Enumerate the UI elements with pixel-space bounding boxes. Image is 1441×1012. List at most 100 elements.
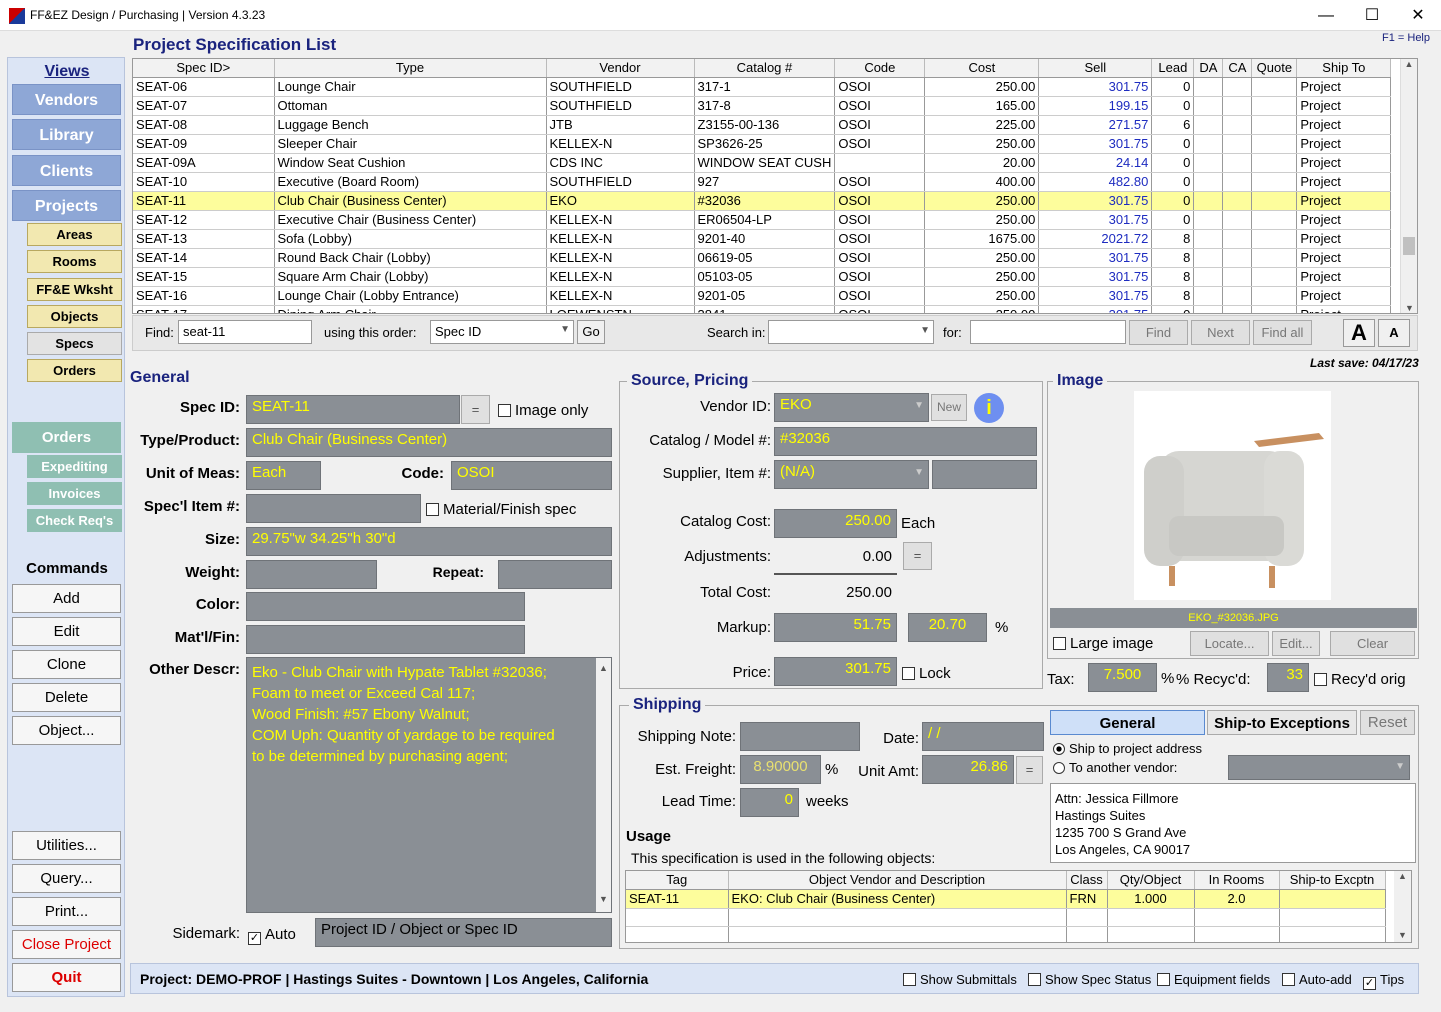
nav-rooms[interactable]: Rooms: [27, 250, 122, 273]
tips-checkbox[interactable]: ✓ Tips: [1363, 972, 1404, 990]
column-header[interactable]: CA: [1222, 59, 1253, 78]
table-row[interactable]: SEAT-09A Window Seat Cushion CDS INC WINDOW…: [133, 153, 1392, 173]
nav-areas[interactable]: Areas: [27, 223, 122, 246]
image-only-checkbox[interactable]: Image only: [498, 402, 588, 419]
special-item-field[interactable]: [246, 494, 421, 523]
sidemark-field[interactable]: Project ID / Object or Spec ID: [315, 918, 612, 947]
quit-button[interactable]: Quit: [12, 963, 121, 992]
find-all-button[interactable]: Find all: [1253, 320, 1312, 345]
usage-column-header[interactable]: In Rooms: [1194, 871, 1280, 890]
clear-image-button[interactable]: Clear: [1330, 631, 1415, 656]
column-header[interactable]: Lead: [1151, 59, 1195, 78]
material-field[interactable]: [246, 625, 525, 654]
catalog-cost-field[interactable]: 250.00: [774, 509, 897, 538]
scroll-up-icon[interactable]: ▲: [1401, 59, 1417, 69]
info-icon[interactable]: i: [974, 393, 1004, 423]
unit-amt-field[interactable]: 26.86: [922, 755, 1014, 784]
scroll-down-icon[interactable]: ▼: [596, 889, 611, 910]
ship-to-vendor-radio[interactable]: To another vendor:: [1053, 760, 1177, 775]
usage-scrollbar[interactable]: ▲ ▼: [1394, 871, 1411, 942]
material-finish-checkbox[interactable]: Material/Finish spec: [426, 501, 576, 518]
table-row[interactable]: SEAT-10 Executive (Board Room) SOUTHFIELD 9…: [133, 172, 1392, 192]
shipping-note-field[interactable]: [740, 722, 860, 751]
recycled-field[interactable]: 33: [1267, 663, 1309, 692]
lead-time-field[interactable]: 0: [740, 788, 799, 817]
markup-percent-field[interactable]: 20.70: [908, 613, 987, 642]
nav-orders[interactable]: Orders: [27, 359, 122, 382]
smaller-font-button[interactable]: A: [1378, 319, 1410, 347]
tax-field[interactable]: 7.500: [1088, 663, 1157, 692]
recycled-orig-checkbox[interactable]: Recy'd orig: [1314, 671, 1406, 688]
object-button[interactable]: Object...: [12, 716, 121, 745]
utilities-button[interactable]: Utilities...: [12, 831, 121, 860]
nav-clients[interactable]: Clients: [12, 155, 121, 186]
table-row[interactable]: SEAT-11 Club Chair (Business Center) EKO #3…: [133, 191, 1392, 211]
lock-checkbox[interactable]: Lock: [902, 665, 951, 682]
usage-column-header[interactable]: Tag: [626, 871, 729, 890]
column-header[interactable]: DA: [1193, 59, 1224, 78]
column-header[interactable]: Cost: [924, 59, 1040, 78]
table-row[interactable]: SEAT-08 Luggage Bench JTB Z3155-00-136 OSOI 2…: [133, 115, 1392, 135]
nav-ffe-wksht[interactable]: FF&E Wksht: [27, 278, 122, 301]
table-row[interactable]: SEAT-07 Ottoman SOUTHFIELD 317-8 OSOI 165.00 1…: [133, 96, 1392, 116]
est-freight-field[interactable]: 8.90000: [740, 755, 821, 784]
ship-vendor-select[interactable]: ▼: [1228, 755, 1410, 780]
price-field[interactable]: 301.75: [774, 657, 897, 686]
nav-objects[interactable]: Objects: [27, 305, 122, 328]
new-vendor-button[interactable]: New: [931, 394, 967, 421]
size-field[interactable]: 29.75"w 34.25"h 30"d: [246, 527, 612, 556]
table-row[interactable]: SEAT-13 Sofa (Lobby) KELLEX-N 9201-40 OSOI 16…: [133, 229, 1392, 249]
edit-button[interactable]: Edit: [12, 617, 121, 646]
query-button[interactable]: Query...: [12, 864, 121, 893]
usage-column-header[interactable]: Ship-to Excptn: [1279, 871, 1386, 890]
close-project-button[interactable]: Close Project: [12, 930, 121, 959]
nav-vendors[interactable]: Vendors: [12, 84, 121, 115]
locate-image-button[interactable]: Locate...: [1190, 631, 1269, 656]
repeat-field[interactable]: [498, 560, 612, 589]
catalog-field[interactable]: #32036: [774, 427, 1037, 456]
large-image-checkbox[interactable]: Large image: [1053, 635, 1153, 652]
column-header[interactable]: Code: [834, 59, 926, 78]
nav-orders-section[interactable]: Orders: [12, 422, 121, 453]
find-input[interactable]: seat-11: [178, 320, 312, 344]
sidemark-auto-checkbox[interactable]: ✓ Auto: [248, 926, 296, 945]
edit-image-button[interactable]: Edit...: [1272, 631, 1320, 656]
go-button[interactable]: Go: [577, 320, 605, 344]
column-header[interactable]: Vendor: [546, 59, 695, 78]
show-spec-status-checkbox[interactable]: Show Spec Status: [1028, 972, 1151, 987]
table-row[interactable]: SEAT-06 Lounge Chair SOUTHFIELD 317-1 OSOI 25…: [133, 77, 1392, 97]
markup-field[interactable]: 51.75: [774, 613, 897, 642]
larger-font-button[interactable]: A: [1343, 319, 1375, 347]
vendor-id-field[interactable]: EKO ▼: [774, 393, 929, 422]
nav-library[interactable]: Library: [12, 119, 121, 150]
equipment-fields-checkbox[interactable]: Equipment fields: [1157, 972, 1270, 987]
descr-scrollbar[interactable]: ▲ ▼: [596, 658, 611, 912]
nav-specs[interactable]: Specs: [27, 332, 122, 355]
table-row[interactable]: SEAT-15 Square Arm Chair (Lobby) KELLEX-N 0…: [133, 267, 1392, 287]
usage-row[interactable]: SEAT-11 EKO: Club Chair (Business Center)…: [626, 889, 1386, 909]
supplier-item-field[interactable]: [932, 460, 1037, 489]
type-field[interactable]: Club Chair (Business Center): [246, 428, 612, 457]
scroll-down-icon[interactable]: ▼: [1394, 930, 1411, 940]
uom-field[interactable]: Each: [246, 461, 321, 490]
show-submittals-checkbox[interactable]: Show Submittals: [903, 972, 1017, 987]
adjustments-equals-button[interactable]: =: [903, 542, 932, 570]
delete-button[interactable]: Delete: [12, 683, 121, 712]
table-row[interactable]: SEAT-12 Executive Chair (Business Center)…: [133, 210, 1392, 230]
column-header[interactable]: Quote: [1251, 59, 1298, 78]
table-row[interactable]: SEAT-14 Round Back Chair (Lobby) KELLEX-N 0…: [133, 248, 1392, 268]
other-descr-textarea[interactable]: Eko - Club Chair with Hypate Tablet #320…: [246, 657, 612, 913]
usage-column-header[interactable]: Object Vendor and Description: [728, 871, 1067, 890]
column-header[interactable]: Catalog #: [694, 59, 836, 78]
nav-invoices[interactable]: Invoices: [27, 482, 122, 505]
supplier-field[interactable]: (N/A) ▼: [774, 460, 929, 489]
find-button[interactable]: Find: [1129, 320, 1188, 345]
maximize-button[interactable]: ☐: [1349, 0, 1395, 31]
ship-to-project-radio[interactable]: Ship to project address: [1053, 741, 1202, 756]
color-field[interactable]: [246, 592, 525, 621]
nav-projects[interactable]: Projects: [12, 190, 121, 221]
minimize-button[interactable]: —: [1303, 0, 1349, 31]
usage-column-header[interactable]: Qty/Object: [1107, 871, 1195, 890]
column-header[interactable]: Spec ID>: [133, 59, 275, 78]
column-header[interactable]: Type: [274, 59, 547, 78]
